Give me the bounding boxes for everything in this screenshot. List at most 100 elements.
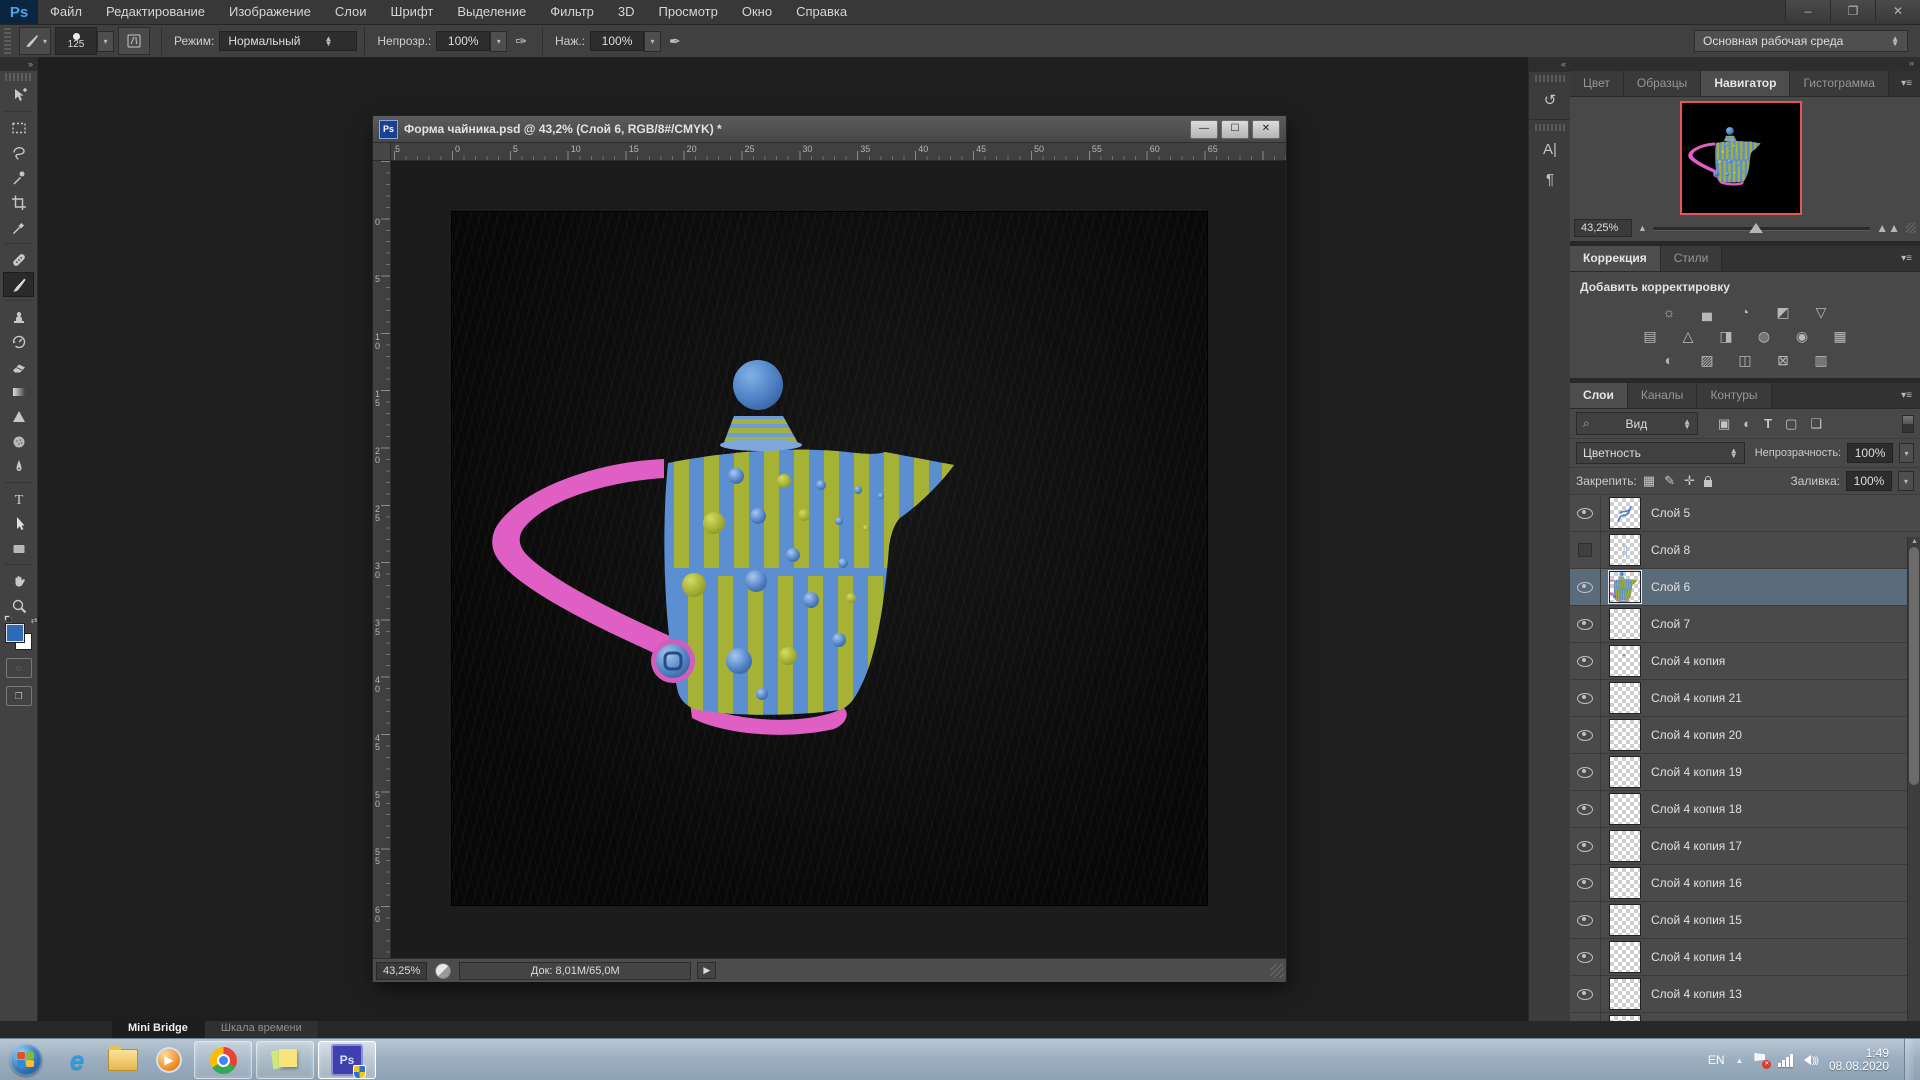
tab-Гистограмма[interactable]: Гистограмма xyxy=(1790,71,1888,96)
menu-Файл[interactable]: Файл xyxy=(38,0,94,24)
menu-Слои[interactable]: Слои xyxy=(323,0,379,24)
photo-filter-icon[interactable]: ◍ xyxy=(1752,327,1776,345)
threshold-icon[interactable]: ◫ xyxy=(1733,351,1757,369)
filter-pixel-icon[interactable]: ▣ xyxy=(1718,416,1730,432)
zoom-out-icon[interactable]: ▲ xyxy=(1638,223,1647,233)
visibility-eye-icon[interactable] xyxy=(1570,569,1601,605)
layer-thumbnail[interactable] xyxy=(1609,904,1641,936)
layer-thumbnail[interactable] xyxy=(1609,534,1641,566)
black-white-icon[interactable]: ◨ xyxy=(1714,327,1738,345)
status-zoom-field[interactable]: 43,25% xyxy=(376,962,427,980)
color-lookup-icon[interactable]: ▦ xyxy=(1828,327,1852,345)
photoshop-logo-icon[interactable]: Ps xyxy=(0,0,38,24)
brush-preset-button[interactable]: ▾ xyxy=(19,27,51,55)
blend-mode-select[interactable]: Цветность▲▼ xyxy=(1576,442,1745,464)
panel-resize-grip[interactable] xyxy=(1906,223,1916,233)
filter-adjustment-icon[interactable]: ◐ xyxy=(1743,416,1751,431)
layer-name[interactable]: Слой 4 копия 15 xyxy=(1651,913,1742,927)
dock-expand-button[interactable]: » xyxy=(1570,57,1920,71)
menu-Шрифт[interactable]: Шрифт xyxy=(379,0,446,24)
lasso-tool[interactable] xyxy=(3,140,34,165)
layer-name[interactable]: Слой 4 копия 19 xyxy=(1651,765,1742,779)
layer-name[interactable]: Слой 4 копия xyxy=(1651,654,1725,668)
bottom-tab-Mini Bridge[interactable]: Mini Bridge xyxy=(112,1021,205,1038)
navigator-zoom-slider[interactable] xyxy=(1653,221,1870,235)
menu-Просмотр[interactable]: Просмотр xyxy=(647,0,730,24)
dodge-tool[interactable] xyxy=(3,429,34,454)
layer-row[interactable]: Слой 8 xyxy=(1570,532,1920,569)
lock-all-icon[interactable] xyxy=(1704,480,1712,487)
panel-menu-icon[interactable]: ▾≡ xyxy=(1901,253,1912,264)
layer-thumbnail[interactable] xyxy=(1609,682,1641,714)
fill-field[interactable]: 100% xyxy=(1846,471,1892,491)
layer-row[interactable]: Слой 4 копия 13 xyxy=(1570,976,1920,1013)
language-indicator[interactable]: EN xyxy=(1708,1053,1725,1067)
menu-Фильтр[interactable]: Фильтр xyxy=(538,0,606,24)
gradient-tool[interactable] xyxy=(3,379,34,404)
scroll-up-arrow[interactable]: ▲ xyxy=(1911,538,1918,545)
window-resize-grip[interactable] xyxy=(1270,964,1284,978)
show-desktop-button[interactable] xyxy=(1904,1039,1914,1080)
rectangular-marquee-tool[interactable] xyxy=(3,115,34,140)
visibility-eye-icon[interactable] xyxy=(1570,791,1601,827)
visibility-eye-icon[interactable] xyxy=(1570,902,1601,938)
chrome-taskbar-button[interactable] xyxy=(194,1041,252,1079)
paragraph-panel-icon[interactable]: ¶ xyxy=(1529,164,1571,194)
screen-mode-button[interactable]: ❐ xyxy=(6,686,32,706)
visibility-eye-icon[interactable] xyxy=(1570,606,1601,642)
layer-row[interactable]: Слой 7 xyxy=(1570,606,1920,643)
layer-row[interactable]: Слой 4 копия 17 xyxy=(1570,828,1920,865)
internet-explorer-icon[interactable]: e xyxy=(58,1042,96,1078)
status-menu-arrow[interactable]: ▶ xyxy=(697,962,716,979)
visibility-eye-icon[interactable] xyxy=(1570,754,1601,790)
menu-Выделение[interactable]: Выделение xyxy=(445,0,538,24)
airbrush-opacity-icon[interactable]: ✑ xyxy=(515,33,527,50)
layer-name[interactable]: Слой 4 копия 21 xyxy=(1651,691,1742,705)
bottom-tab-Шкала времени[interactable]: Шкала времени xyxy=(205,1021,319,1038)
pasteboard[interactable] xyxy=(391,161,1286,958)
vertical-ruler[interactable]: 051015202530354045505560 xyxy=(373,161,391,958)
layer-thumbnail[interactable] xyxy=(1609,756,1641,788)
layer-row[interactable]: Слой 4 копия 15 xyxy=(1570,902,1920,939)
default-colors-icon[interactable] xyxy=(4,615,11,622)
sticky-notes-taskbar-button[interactable] xyxy=(256,1041,314,1079)
menu-3D[interactable]: 3D xyxy=(606,0,647,24)
brush-size-preview[interactable]: 125 xyxy=(55,27,97,55)
swap-colors-icon[interactable]: ⇄ xyxy=(31,616,38,625)
flow-dropdown[interactable]: ▾ xyxy=(644,31,661,52)
levels-icon[interactable]: ▄ xyxy=(1695,303,1719,321)
doc-minimize-button[interactable]: — xyxy=(1190,120,1218,139)
layer-name[interactable]: Слой 6 xyxy=(1651,580,1690,594)
brush-tool[interactable] xyxy=(3,272,34,297)
layer-thumbnail[interactable] xyxy=(1609,830,1641,862)
layer-name[interactable]: Слой 4 копия 17 xyxy=(1651,839,1742,853)
tab-Стили[interactable]: Стили xyxy=(1661,246,1723,271)
visibility-eye-icon[interactable] xyxy=(1570,865,1601,901)
options-grip[interactable] xyxy=(4,28,11,54)
blur-tool[interactable] xyxy=(3,404,34,429)
tab-Контуры[interactable]: Контуры xyxy=(1697,383,1771,408)
panel-menu-icon[interactable]: ▾≡ xyxy=(1901,78,1912,89)
visibility-eye-icon[interactable] xyxy=(1570,939,1601,975)
menu-Изображение[interactable]: Изображение xyxy=(217,0,323,24)
brightness-contrast-icon[interactable]: ☼ xyxy=(1657,303,1681,321)
layers-scrollbar[interactable]: ▲ ▼ xyxy=(1907,537,1920,1075)
doc-close-button[interactable]: ✕ xyxy=(1252,120,1280,139)
character-panel-icon[interactable]: A| xyxy=(1529,134,1571,164)
visibility-eye-icon[interactable] xyxy=(1570,717,1601,753)
curves-icon[interactable]: ◔ xyxy=(1733,303,1757,321)
menu-Окно[interactable]: Окно xyxy=(730,0,784,24)
layer-opacity-field[interactable]: 100% xyxy=(1847,443,1893,463)
posterize-icon[interactable]: ▨ xyxy=(1695,351,1719,369)
layer-row[interactable]: Слой 4 копия 19 xyxy=(1570,754,1920,791)
layer-thumbnail[interactable] xyxy=(1609,867,1641,899)
doc-maximize-button[interactable]: ☐ xyxy=(1221,120,1249,139)
layer-row[interactable]: Слой 4 копия 16 xyxy=(1570,865,1920,902)
filter-toggle-switch[interactable] xyxy=(1902,415,1914,433)
filter-type-icon[interactable]: T xyxy=(1764,416,1772,431)
network-icon[interactable] xyxy=(1778,1054,1793,1067)
photoshop-taskbar-button[interactable]: Ps xyxy=(318,1041,376,1079)
dock-collapse-button[interactable]: « xyxy=(1529,57,1571,72)
channel-mixer-icon[interactable]: ◉ xyxy=(1790,327,1814,345)
opacity-field[interactable]: 100% xyxy=(436,31,490,51)
